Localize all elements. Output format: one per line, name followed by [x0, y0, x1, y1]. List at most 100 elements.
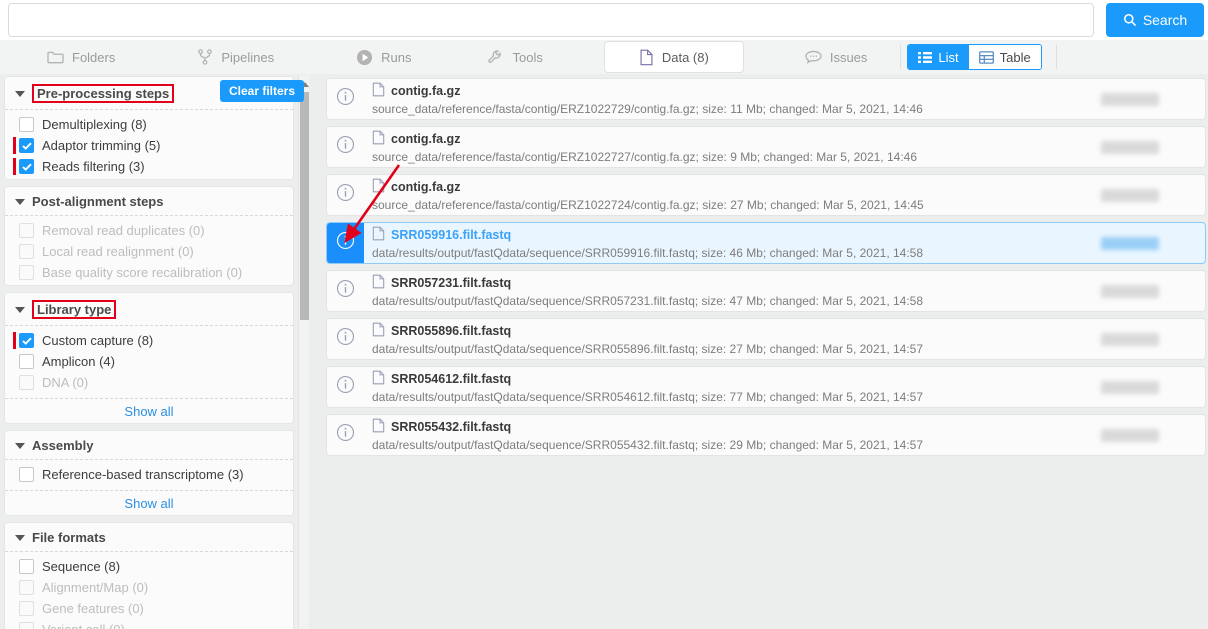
info-button[interactable]: [327, 271, 364, 311]
clear-filters-button[interactable]: Clear filters: [220, 80, 305, 102]
facet-title: Post-alignment steps: [32, 194, 164, 209]
file-details: data/results/output/fastQdata/sequence/S…: [372, 341, 924, 356]
file-meta-redacted: [1055, 415, 1205, 455]
tab-runs[interactable]: Runs: [341, 41, 426, 73]
folder-icon: [47, 50, 64, 65]
filter-option-label: Sequence (8): [42, 559, 121, 574]
file-icon: [372, 226, 385, 245]
file-info: SRR054612.filt.fastq data/results/output/…: [364, 367, 1055, 407]
file-details: data/results/output/fastQdata/sequence/S…: [372, 293, 924, 308]
file-name: SRR054612.filt.fastq: [391, 372, 512, 386]
filter-facet: File formats Sequence (8) Alignment/Map (0…: [4, 522, 294, 629]
tab-issues[interactable]: Issues: [790, 41, 883, 73]
file-list: contig.fa.gz source_data/reference/fasta/…: [326, 78, 1206, 629]
file-name: SRR057231.filt.fastq: [391, 276, 512, 290]
file-meta-redacted: [1055, 367, 1205, 407]
filter-option: DNA (0): [5, 372, 293, 393]
filter-option[interactable]: Demultiplexing (8): [5, 114, 293, 135]
file-icon: [372, 418, 385, 437]
filter-option-label: Reference-based transcriptome (3): [42, 467, 244, 482]
file-name-row: SRR055896.filt.fastq: [372, 322, 1055, 341]
file-list-item[interactable]: SRR055896.filt.fastq data/results/output/…: [326, 318, 1206, 360]
file-list-item[interactable]: SRR054612.filt.fastq data/results/output/…: [326, 366, 1206, 408]
filter-option: Variant call (0): [5, 619, 293, 629]
facet-header[interactable]: Assembly: [5, 431, 293, 460]
checkbox-icon: [19, 265, 34, 280]
tab-tools[interactable]: Tools: [472, 41, 557, 73]
info-button[interactable]: [327, 415, 364, 455]
search-input[interactable]: [8, 3, 1094, 37]
checkbox-icon[interactable]: [19, 467, 34, 482]
facet-header[interactable]: File formats: [5, 523, 293, 552]
facet-title: File formats: [32, 530, 106, 545]
filter-option[interactable]: Sequence (8): [5, 556, 293, 577]
nav-divider-left: [900, 45, 902, 69]
tab-folders[interactable]: Folders: [32, 41, 130, 73]
info-button[interactable]: [327, 319, 364, 359]
filters-sidebar: Pre-processing steps Demultiplexing (8) Ad…: [0, 76, 298, 629]
wrench-icon: [487, 49, 504, 66]
view-mode-list[interactable]: List: [908, 45, 969, 69]
filter-option[interactable]: Amplicon (4): [5, 351, 293, 372]
file-name: SRR055896.filt.fastq: [391, 324, 512, 338]
info-button[interactable]: [327, 127, 364, 167]
info-button[interactable]: [327, 175, 364, 215]
pipeline-icon: [197, 49, 213, 65]
checkbox-icon[interactable]: [19, 559, 34, 574]
facet-options: Sequence (8) Alignment/Map (0) Gene featur…: [5, 552, 293, 629]
search-button[interactable]: Search: [1106, 3, 1204, 37]
checkbox-icon: [19, 375, 34, 390]
file-meta-redacted: [1055, 319, 1205, 359]
info-button[interactable]: [327, 367, 364, 407]
filter-option[interactable]: Adaptor trimming (5): [5, 135, 293, 156]
info-button[interactable]: [327, 79, 364, 119]
facet-header[interactable]: Post-alignment steps: [5, 187, 293, 216]
show-all-link[interactable]: Show all: [5, 398, 293, 423]
info-icon: [336, 231, 355, 255]
view-mode-table[interactable]: Table: [968, 45, 1041, 69]
checkbox-checked-icon[interactable]: [19, 138, 34, 153]
file-list-item[interactable]: contig.fa.gz source_data/reference/fasta/…: [326, 78, 1206, 120]
file-list-item[interactable]: SRR055432.filt.fastq data/results/output/…: [326, 414, 1206, 456]
filter-facet: Library type Custom capture (8) Amplicon (…: [4, 292, 294, 424]
redacted-text: [1101, 140, 1159, 154]
file-name: contig.fa.gz: [391, 180, 461, 194]
checkbox-checked-icon[interactable]: [19, 159, 34, 174]
checkbox-icon[interactable]: [19, 117, 34, 132]
filter-option[interactable]: Reads filtering (3): [5, 156, 293, 177]
filter-option-label: Demultiplexing (8): [42, 117, 147, 132]
redacted-text: [1101, 188, 1159, 202]
caret-down-icon: [15, 442, 25, 449]
checkbox-checked-icon[interactable]: [19, 333, 34, 348]
info-icon: [336, 183, 355, 207]
file-list-item[interactable]: contig.fa.gz source_data/reference/fasta/…: [326, 126, 1206, 168]
file-list-item[interactable]: SRR057231.filt.fastq data/results/output/…: [326, 270, 1206, 312]
checkbox-icon[interactable]: [19, 354, 34, 369]
checkbox-icon: [19, 622, 34, 629]
file-list-item[interactable]: SRR059916.filt.fastq data/results/output/…: [326, 222, 1206, 264]
info-icon: [336, 423, 355, 447]
filter-option[interactable]: Reference-based transcriptome (3): [5, 464, 293, 485]
filter-option[interactable]: Custom capture (8): [5, 330, 293, 351]
redacted-text: [1101, 380, 1159, 394]
filter-option-label: Base quality score recalibration (0): [42, 265, 243, 280]
filter-option-label: Amplicon (4): [42, 354, 115, 369]
sidebar-scrollbar[interactable]: [298, 76, 309, 629]
info-icon: [336, 135, 355, 159]
tab-pipelines[interactable]: Pipelines: [182, 41, 289, 73]
tab-data[interactable]: Data (8): [603, 41, 744, 73]
facet-header[interactable]: Library type: [5, 293, 293, 326]
filter-option: Alignment/Map (0): [5, 577, 293, 598]
tab-data-label: Data (8): [661, 49, 709, 65]
file-name-row: SRR054612.filt.fastq: [372, 370, 1055, 389]
tab-folders-label: Folders: [72, 49, 116, 65]
facet-title: Assembly: [32, 438, 94, 453]
sidebar-scrollbar-thumb[interactable]: [300, 92, 309, 320]
option-highlight-marker: [13, 137, 16, 154]
file-info: contig.fa.gz source_data/reference/fasta/…: [364, 175, 1055, 215]
info-button[interactable]: [327, 223, 364, 263]
show-all-link[interactable]: Show all: [5, 490, 293, 515]
filter-option-label: Removal read duplicates (0): [42, 223, 205, 238]
info-icon: [336, 87, 355, 111]
file-list-item[interactable]: contig.fa.gz source_data/reference/fasta/…: [326, 174, 1206, 216]
